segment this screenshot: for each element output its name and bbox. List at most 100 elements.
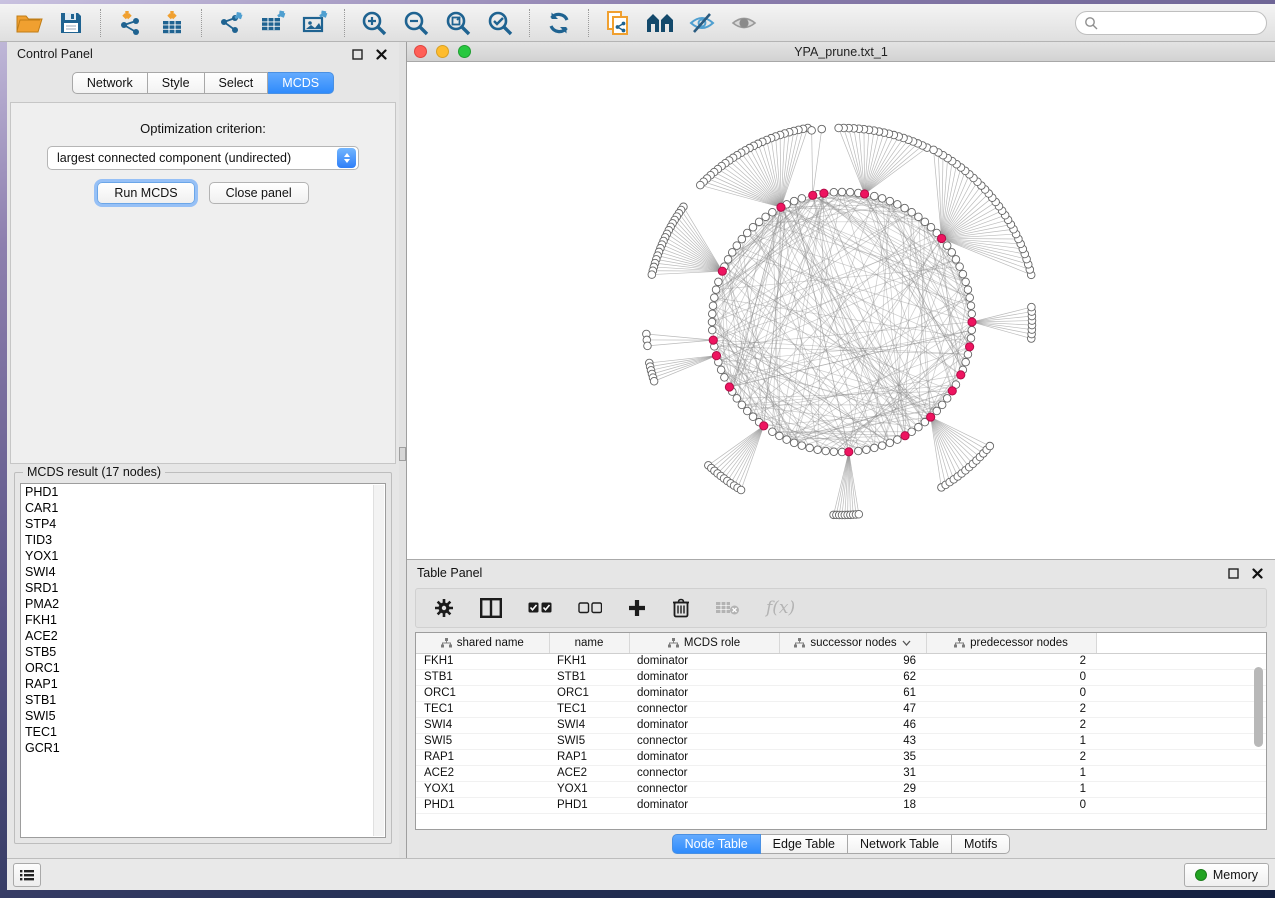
- graph-node[interactable]: [749, 223, 757, 231]
- table-scrollbar-thumb[interactable]: [1254, 667, 1263, 747]
- table-row[interactable]: STB1STB1dominator620: [416, 669, 1266, 685]
- table-cell[interactable]: STB1: [549, 669, 629, 685]
- tab-network[interactable]: Network: [72, 72, 148, 94]
- mcds-result-item[interactable]: STP4: [21, 516, 385, 532]
- graph-node[interactable]: [725, 383, 733, 391]
- graph-node[interactable]: [798, 442, 806, 450]
- network-from-selection-icon[interactable]: [603, 9, 633, 37]
- graph-node[interactable]: [894, 436, 902, 444]
- table-cell[interactable]: dominator: [629, 717, 779, 733]
- graph-node[interactable]: [962, 358, 970, 366]
- graph-node[interactable]: [846, 188, 854, 196]
- first-neighbors-icon[interactable]: [645, 9, 675, 37]
- graph-node[interactable]: [908, 208, 916, 216]
- show-graphics-details-icon[interactable]: [729, 9, 759, 37]
- hide-graphics-details-icon[interactable]: [687, 9, 717, 37]
- table-row[interactable]: SWI4SWI4dominator462: [416, 717, 1266, 733]
- graph-node[interactable]: [711, 294, 719, 302]
- table-cell[interactable]: 61: [779, 685, 926, 701]
- graph-node[interactable]: [738, 235, 746, 243]
- table-cell[interactable]: connector: [629, 765, 779, 781]
- table-cell[interactable]: dominator: [629, 669, 779, 685]
- tab-network-table[interactable]: Network Table: [848, 834, 952, 854]
- graph-node[interactable]: [808, 127, 816, 135]
- export-table-icon[interactable]: [258, 9, 288, 37]
- graph-node[interactable]: [1028, 303, 1036, 311]
- graph-node[interactable]: [886, 197, 894, 205]
- mcds-result-item[interactable]: SRD1: [21, 580, 385, 596]
- mcds-result-item[interactable]: YOX1: [21, 548, 385, 564]
- table-cell[interactable]: RAP1: [549, 749, 629, 765]
- table-cell[interactable]: ACE2: [416, 765, 549, 781]
- graph-node[interactable]: [937, 234, 945, 242]
- mcds-result-list[interactable]: PHD1CAR1STP4TID3YOX1SWI4SRD1PMA2FKH1ACE2…: [20, 483, 386, 838]
- graph-node[interactable]: [952, 256, 960, 264]
- import-table-icon[interactable]: [157, 9, 187, 37]
- graph-node[interactable]: [743, 229, 751, 237]
- graph-node[interactable]: [718, 267, 726, 275]
- graph-node[interactable]: [964, 286, 972, 294]
- graph-node[interactable]: [822, 447, 830, 455]
- tab-edge-table[interactable]: Edge Table: [761, 834, 848, 854]
- table-scrollbar[interactable]: [1253, 655, 1264, 827]
- table-cell[interactable]: 43: [779, 733, 926, 749]
- close-panel-icon[interactable]: [373, 46, 389, 62]
- deselect-all-checkboxes-icon[interactable]: [578, 596, 602, 620]
- graph-node[interactable]: [956, 263, 964, 271]
- graph-node[interactable]: [860, 190, 868, 198]
- graph-node[interactable]: [712, 286, 720, 294]
- graph-node[interactable]: [644, 342, 652, 350]
- close-table-panel-icon[interactable]: [1249, 565, 1265, 581]
- tab-mcds[interactable]: MCDS: [268, 72, 334, 94]
- memory-button[interactable]: Memory: [1184, 863, 1269, 887]
- table-cell[interactable]: STB1: [416, 669, 549, 685]
- mcds-result-item[interactable]: SWI4: [21, 564, 385, 580]
- graph-node[interactable]: [696, 181, 704, 189]
- apply-layout-icon[interactable]: [544, 9, 574, 37]
- graph-node[interactable]: [712, 352, 720, 360]
- graph-node[interactable]: [715, 278, 723, 286]
- open-file-icon[interactable]: [14, 9, 44, 37]
- graph-node[interactable]: [967, 334, 975, 342]
- mcds-result-item[interactable]: TEC1: [21, 724, 385, 740]
- column-header-successor-nodes[interactable]: successor nodes: [779, 633, 926, 653]
- table-cell[interactable]: ORC1: [549, 685, 629, 701]
- graph-node[interactable]: [878, 442, 886, 450]
- graph-node[interactable]: [943, 395, 951, 403]
- table-cell[interactable]: 29: [779, 781, 926, 797]
- graph-node[interactable]: [737, 486, 745, 494]
- table-cell[interactable]: 2: [926, 749, 1096, 765]
- graph-node[interactable]: [854, 447, 862, 455]
- table-cell[interactable]: 18: [779, 797, 926, 813]
- graph-node[interactable]: [886, 439, 894, 447]
- table-cell[interactable]: TEC1: [549, 701, 629, 717]
- graph-node[interactable]: [962, 278, 970, 286]
- graph-node[interactable]: [915, 423, 923, 431]
- graph-node[interactable]: [838, 188, 846, 196]
- graph-node[interactable]: [830, 188, 838, 196]
- panel-splitter[interactable]: [399, 42, 407, 858]
- tab-node-table[interactable]: Node Table: [672, 834, 761, 854]
- graph-node[interactable]: [790, 197, 798, 205]
- graph-node[interactable]: [986, 442, 994, 450]
- table-row[interactable]: RAP1RAP1dominator352: [416, 749, 1266, 765]
- mcds-result-item[interactable]: ORC1: [21, 660, 385, 676]
- table-cell[interactable]: connector: [629, 781, 779, 797]
- graph-node[interactable]: [721, 374, 729, 382]
- run-mcds-button[interactable]: Run MCDS: [97, 182, 194, 204]
- mcds-result-item[interactable]: RAP1: [21, 676, 385, 692]
- search-input[interactable]: [1075, 11, 1267, 35]
- table-cell[interactable]: dominator: [629, 797, 779, 813]
- mcds-result-item[interactable]: STB1: [21, 692, 385, 708]
- network-canvas[interactable]: [407, 62, 1275, 559]
- zoom-fit-icon[interactable]: [443, 9, 473, 37]
- float-panel-icon[interactable]: [349, 46, 365, 62]
- table-cell[interactable]: PHD1: [416, 797, 549, 813]
- table-cell[interactable]: 1: [926, 765, 1096, 781]
- graph-node[interactable]: [717, 366, 725, 374]
- graph-node[interactable]: [733, 242, 741, 250]
- table-cell[interactable]: 2: [926, 701, 1096, 717]
- graph-node[interactable]: [933, 407, 941, 415]
- graph-node[interactable]: [728, 249, 736, 257]
- graph-node[interactable]: [927, 413, 935, 421]
